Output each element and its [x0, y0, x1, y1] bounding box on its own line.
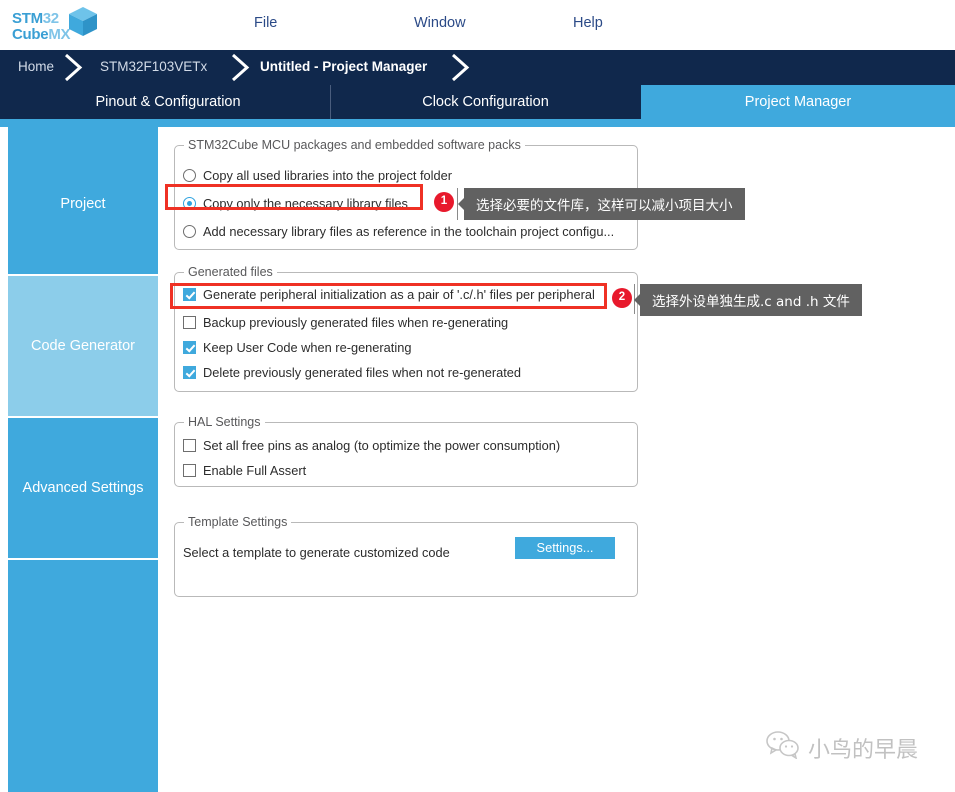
- chevron-right-icon: [445, 50, 479, 85]
- checkbox-icon: [183, 315, 196, 329]
- tab-clock-configuration[interactable]: Clock Configuration: [330, 85, 640, 119]
- checkbox-generate-peripheral-init[interactable]: Generate peripheral initialization as a …: [183, 283, 595, 305]
- group-generated-files: Generated files Generate peripheral init…: [174, 265, 638, 392]
- breadcrumb-item-project[interactable]: Untitled - Project Manager: [260, 59, 427, 74]
- radio-add-as-reference[interactable]: Add necessary library files as reference…: [183, 220, 614, 242]
- annotation-tooltip-2: 选择外设单独生成.c and .h 文件: [634, 284, 862, 316]
- checkbox-icon-checked: [183, 365, 196, 379]
- checkbox-icon: [183, 438, 196, 452]
- group-template-settings: Template Settings Select a template to g…: [174, 515, 638, 597]
- option-label: Add necessary library files as reference…: [203, 223, 615, 239]
- menu-items: File Window Help: [0, 0, 955, 50]
- menu-bar: STM32 CubeMX File Window Help: [0, 0, 955, 50]
- tab-bar: Pinout & Configuration Clock Configurati…: [0, 85, 955, 119]
- option-label: Keep User Code when re-generating: [203, 339, 412, 355]
- checkbox-keep-user-code[interactable]: Keep User Code when re-generating: [183, 336, 411, 358]
- checkbox-icon-checked: [183, 340, 196, 354]
- group-title: HAL Settings: [184, 415, 265, 429]
- chevron-right-icon: [225, 50, 259, 85]
- wechat-icon: [766, 731, 800, 764]
- breadcrumb: Home STM32F103VETx Untitled - Project Ma…: [0, 50, 955, 85]
- menu-item-file[interactable]: File: [254, 15, 277, 31]
- radio-copy-all-libraries[interactable]: Copy all used libraries into the project…: [183, 164, 452, 186]
- watermark: 小鸟的早晨: [766, 731, 918, 764]
- checkbox-icon-checked: [183, 287, 196, 301]
- tab-accent-strip: [0, 119, 955, 127]
- radio-copy-only-necessary[interactable]: Copy only the necessary library files: [183, 192, 408, 214]
- template-settings-button[interactable]: Settings...: [515, 537, 615, 559]
- option-label: Set all free pins as analog (to optimize…: [203, 437, 561, 453]
- checkbox-delete-previously-generated[interactable]: Delete previously generated files when n…: [183, 361, 521, 383]
- menu-item-window[interactable]: Window: [414, 15, 466, 31]
- annotation-badge-1: 1: [434, 192, 454, 212]
- radio-icon-selected: [183, 196, 196, 210]
- breadcrumb-item-mcu[interactable]: STM32F103VETx: [100, 59, 207, 74]
- sidebar: Project Code Generator Advanced Settings: [8, 134, 158, 792]
- checkbox-set-free-pins-analog[interactable]: Set all free pins as analog (to optimize…: [183, 434, 560, 456]
- chevron-right-icon: [58, 50, 92, 85]
- sidebar-item-label: Code Generator: [31, 338, 135, 354]
- tab-project-manager[interactable]: Project Manager: [641, 85, 955, 119]
- option-label: Delete previously generated files when n…: [203, 364, 521, 380]
- sidebar-item-label: Project: [60, 196, 106, 212]
- group-hal-settings: HAL Settings Set all free pins as analog…: [174, 415, 638, 487]
- sidebar-item-label: Advanced Settings: [22, 480, 144, 496]
- annotation-badge-2: 2: [612, 288, 632, 308]
- option-label: Enable Full Assert: [203, 462, 307, 478]
- option-label: Copy all used libraries into the project…: [203, 167, 452, 183]
- option-label: Backup previously generated files when r…: [203, 314, 509, 330]
- tab-pinout-configuration[interactable]: Pinout & Configuration: [8, 85, 328, 119]
- stm32cubemx-window: STM32 CubeMX File Window Help Home STM32…: [0, 0, 955, 792]
- radio-icon: [183, 168, 196, 182]
- watermark-text: 小鸟的早晨: [808, 737, 919, 763]
- breadcrumb-item-home[interactable]: Home: [18, 59, 54, 74]
- sidebar-item-advanced-settings[interactable]: Advanced Settings: [8, 418, 158, 558]
- main-content: STM32Cube MCU packages and embedded soft…: [158, 127, 955, 792]
- group-title: STM32Cube MCU packages and embedded soft…: [184, 138, 525, 152]
- radio-icon: [183, 224, 196, 238]
- checkbox-icon: [183, 463, 196, 477]
- option-label: Generate peripheral initialization as a …: [203, 286, 595, 302]
- tab-accent-strip-sidebar: [8, 127, 158, 134]
- checkbox-backup-previously-generated[interactable]: Backup previously generated files when r…: [183, 311, 508, 333]
- group-title: Generated files: [184, 265, 277, 279]
- sidebar-item-project[interactable]: Project: [8, 134, 158, 274]
- sidebar-item-code-generator[interactable]: Code Generator: [8, 276, 158, 416]
- option-label: Copy only the necessary library files: [203, 195, 408, 211]
- menu-item-help[interactable]: Help: [573, 15, 603, 31]
- annotation-tooltip-1: 选择必要的文件库，这样可以减小项目大小: [458, 188, 745, 220]
- group-title: Template Settings: [184, 515, 292, 529]
- sidebar-filler: [8, 560, 158, 792]
- template-description: Select a template to generate customized…: [183, 545, 450, 560]
- checkbox-enable-full-assert[interactable]: Enable Full Assert: [183, 459, 306, 481]
